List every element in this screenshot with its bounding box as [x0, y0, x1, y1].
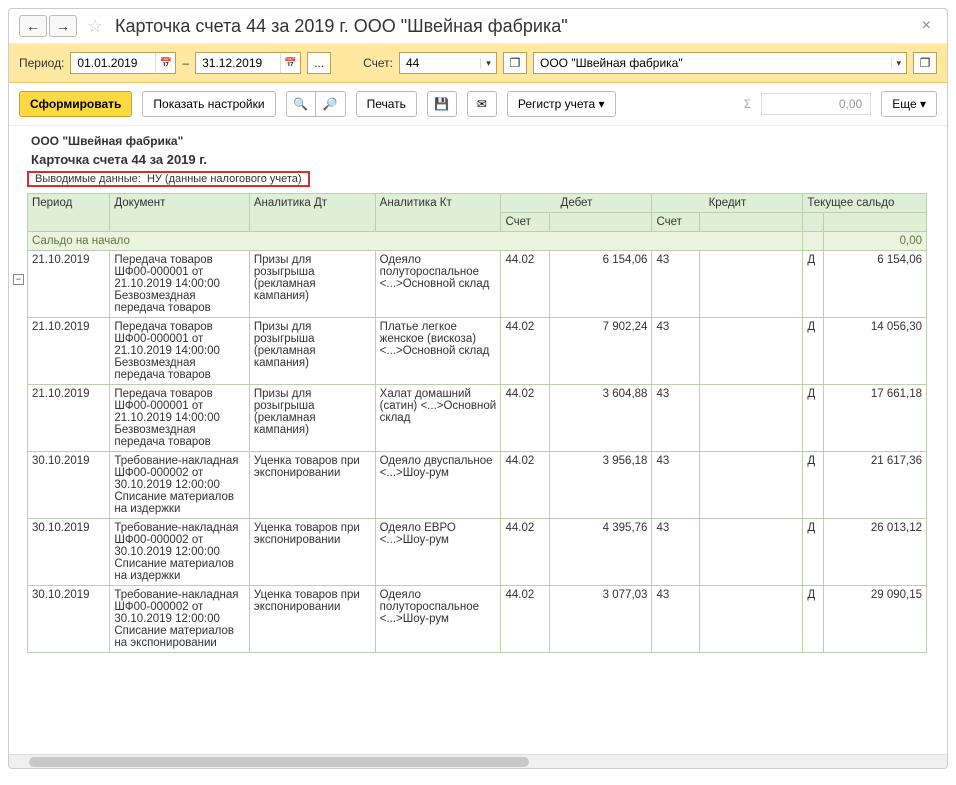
output-data-note: Выводимые данные: НУ (данные налогового … [27, 171, 310, 187]
table-row[interactable]: 21.10.2019Передача товаров ШФ00-000001 о… [28, 251, 927, 318]
register-button[interactable]: Регистр учета ▾ [507, 91, 616, 117]
col-document: Документ [110, 194, 250, 232]
account-popout-button[interactable]: ❐ [503, 52, 527, 74]
account-dropdown-icon[interactable]: ▾ [480, 58, 496, 69]
calendar-icon[interactable]: 📅 [155, 53, 175, 73]
period-label: Период: [19, 56, 64, 70]
col-credit: Кредит [652, 194, 803, 213]
table-row[interactable]: 21.10.2019Передача товаров ШФ00-000001 о… [28, 318, 927, 385]
report-table: Период Документ Аналитика Дт Аналитика К… [27, 193, 927, 653]
col-credit-acc: Счет [652, 213, 700, 232]
col-debit: Дебет [501, 194, 652, 213]
sigma-icon: Σ [744, 97, 751, 111]
show-settings-button[interactable]: Показать настройки [142, 91, 275, 117]
report-area: ООО "Швейная фабрика" Карточка счета 44 … [9, 126, 947, 754]
col-analytics-kt: Аналитика Кт [375, 194, 501, 232]
report-title: Карточка счета 44 за 2019 г. [27, 150, 947, 169]
find-button[interactable]: 🔍 [286, 91, 316, 117]
table-row[interactable]: 30.10.2019Требование-накладная ШФ00-0000… [28, 452, 927, 519]
more-button[interactable]: Еще ▾ [881, 91, 937, 117]
date-from-input[interactable] [71, 54, 155, 72]
account-label: Счет: [363, 56, 393, 70]
org-input[interactable] [534, 54, 891, 72]
find-next-button[interactable]: 🔎 [316, 91, 346, 117]
table-row[interactable]: 30.10.2019Требование-накладная ШФ00-0000… [28, 586, 927, 653]
print-button[interactable]: Печать [356, 91, 417, 117]
col-balance: Текущее сальдо [803, 194, 927, 213]
date-to-input[interactable] [196, 54, 280, 72]
org-dropdown-icon[interactable]: ▾ [891, 58, 906, 69]
toolbar: Сформировать Показать настройки 🔍 🔎 Печа… [9, 83, 947, 126]
horizontal-scrollbar[interactable] [9, 754, 947, 768]
window-title: Карточка счета 44 за 2019 г. ООО "Швейна… [115, 16, 568, 37]
col-debit-acc: Счет [501, 213, 549, 232]
close-button[interactable]: × [916, 15, 937, 37]
calendar-icon[interactable]: 📅 [280, 53, 300, 73]
collapse-toggle[interactable]: − [13, 274, 24, 285]
period-dash: – [182, 56, 189, 70]
email-button[interactable]: ✉ [467, 91, 497, 117]
nav-forward-button[interactable]: → [49, 15, 77, 37]
nav-back-button[interactable]: ← [19, 15, 47, 37]
col-period: Период [28, 194, 110, 232]
table-row[interactable]: 21.10.2019Передача товаров ШФ00-000001 о… [28, 385, 927, 452]
favorite-icon[interactable]: ☆ [85, 16, 105, 36]
account-input[interactable] [400, 54, 480, 72]
period-select-button[interactable]: ... [307, 52, 331, 74]
opening-balance-row: Сальдо на начало 0,00 [28, 232, 927, 251]
parameters-bar: Период: 📅 – 📅 ... Счет: ▾ ❐ ▾ ❐ [9, 44, 947, 83]
report-org: ООО "Швейная фабрика" [27, 132, 947, 150]
titlebar: ← → ☆ Карточка счета 44 за 2019 г. ООО "… [9, 9, 947, 44]
table-row[interactable]: 30.10.2019Требование-накладная ШФ00-0000… [28, 519, 927, 586]
sum-display: 0,00 [761, 93, 871, 115]
save-button[interactable]: 💾 [427, 91, 457, 117]
col-analytics-dt: Аналитика Дт [249, 194, 375, 232]
generate-button[interactable]: Сформировать [19, 91, 132, 117]
org-popout-button[interactable]: ❐ [913, 52, 937, 74]
